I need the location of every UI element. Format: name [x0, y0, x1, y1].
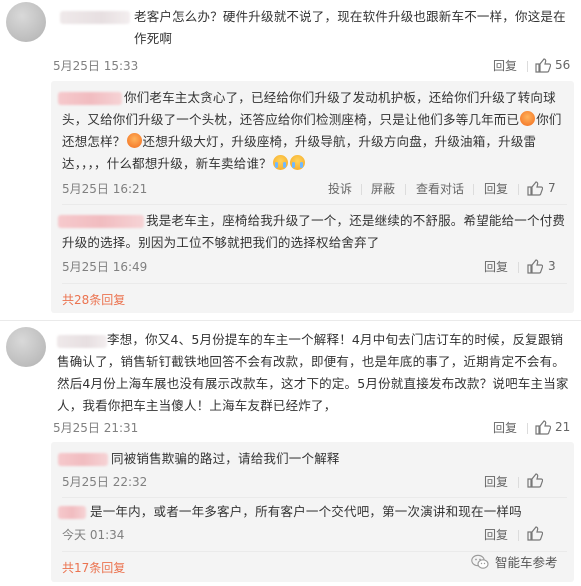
crying-face-icon: [289, 155, 305, 170]
view-conversation-button[interactable]: 查看对话: [416, 181, 464, 197]
reply-text-part: 你们老车主太贪心了，已经给你们升级了发动机护板，还给你们升级了转向球头，又给你们…: [62, 90, 556, 127]
thumbs-up-icon: [535, 419, 551, 435]
reply-button[interactable]: 回复: [493, 420, 517, 436]
divider: [527, 61, 528, 72]
report-button[interactable]: 投诉: [328, 181, 352, 197]
like-button[interactable]: [527, 473, 548, 488]
thumbs-up-icon: [527, 180, 543, 196]
reply-text: 我是老车主，座椅给我升级了一个，还是继续的不舒服。希望能给一个付费升级的选择。别…: [62, 210, 567, 254]
watermark-text: 智能车参考: [495, 555, 558, 570]
wechat-icon: [471, 554, 489, 569]
thumbs-up-icon: [527, 526, 543, 541]
reply-text: 是一年内，或者一年多客户，所有客户一个交代吧，第一次演讲和现在一样吗: [90, 504, 522, 519]
watermark: 智能车参考: [471, 552, 558, 571]
thumbs-up-icon: [527, 258, 543, 274]
comment-time: 5月25日 15:33: [53, 59, 139, 73]
comment-time: 5月25日 21:31: [53, 421, 139, 435]
divider: [361, 184, 362, 195]
reply-time: 5月25日 16:49: [62, 260, 148, 274]
like-button[interactable]: 7: [527, 180, 556, 196]
angry-face-icon: [520, 111, 536, 126]
reply-time: 5月25日 22:32: [62, 475, 148, 489]
divider: [405, 184, 406, 195]
divider: [518, 262, 519, 273]
comment-text: 老客户怎么办？硬件升级就不说了，现在软件升级也跟新车不一样，你这是在作死啊: [134, 9, 566, 46]
reply-divider: [62, 283, 567, 284]
reply-text-part: 我是老车主，座椅给我升级了一个，还是继续的不舒服。希望能给一个付费升级的选择。别…: [62, 213, 566, 250]
reply-button[interactable]: 回复: [484, 259, 508, 275]
angry-face-icon: [126, 133, 142, 148]
like-button[interactable]: 21: [535, 419, 570, 435]
thumbs-up-icon: [535, 57, 551, 73]
reply-button[interactable]: 回复: [484, 527, 508, 543]
reply-button[interactable]: 回复: [484, 181, 508, 197]
reply-time: 5月25日 16:21: [62, 182, 148, 196]
avatar[interactable]: [6, 2, 46, 42]
block-button[interactable]: 屏蔽: [371, 181, 395, 197]
reply-divider: [62, 204, 567, 205]
like-count: 21: [555, 420, 571, 434]
more-replies-link[interactable]: 共17条回复: [62, 559, 125, 576]
divider: [518, 530, 519, 541]
username-redacted[interactable]: [58, 506, 86, 519]
reply-button[interactable]: 回复: [484, 474, 508, 490]
like-button[interactable]: 56: [535, 57, 570, 73]
avatar[interactable]: [6, 327, 46, 367]
divider: [527, 423, 528, 434]
username-redacted[interactable]: [58, 453, 108, 466]
like-count: 56: [555, 58, 571, 72]
reply-text: 同被销售欺骗的路过，请给我们一个解释: [111, 451, 340, 466]
like-count: 7: [548, 181, 556, 195]
thumbs-up-icon: [527, 473, 543, 488]
comment-text-part: 李想，你又4、5月份提车的车主一个解释！4月中旬去门店订车的时候，反复跟销售确认…: [57, 332, 569, 413]
divider: [518, 477, 519, 488]
reply-button[interactable]: 回复: [493, 58, 517, 74]
divider: [473, 184, 474, 195]
like-count: 3: [548, 259, 556, 273]
comment-divider: [0, 320, 581, 321]
divider: [518, 184, 519, 195]
reply-text: 你们老车主太贪心了，已经给你们升级了发动机护板，还给你们升级了转向球头，又给你们…: [62, 87, 567, 175]
reply-time: 今天 01:34: [62, 528, 125, 542]
username-redacted[interactable]: [60, 11, 130, 24]
like-button[interactable]: [527, 526, 548, 541]
like-button[interactable]: 3: [527, 258, 556, 274]
reply-divider: [62, 497, 567, 498]
crying-face-icon: [272, 155, 288, 170]
more-replies-link[interactable]: 共28条回复: [62, 291, 125, 308]
comment-text: 李想，你又4、5月份提车的车主一个解释！4月中旬去门店订车的时候，反复跟销售确认…: [57, 329, 572, 417]
